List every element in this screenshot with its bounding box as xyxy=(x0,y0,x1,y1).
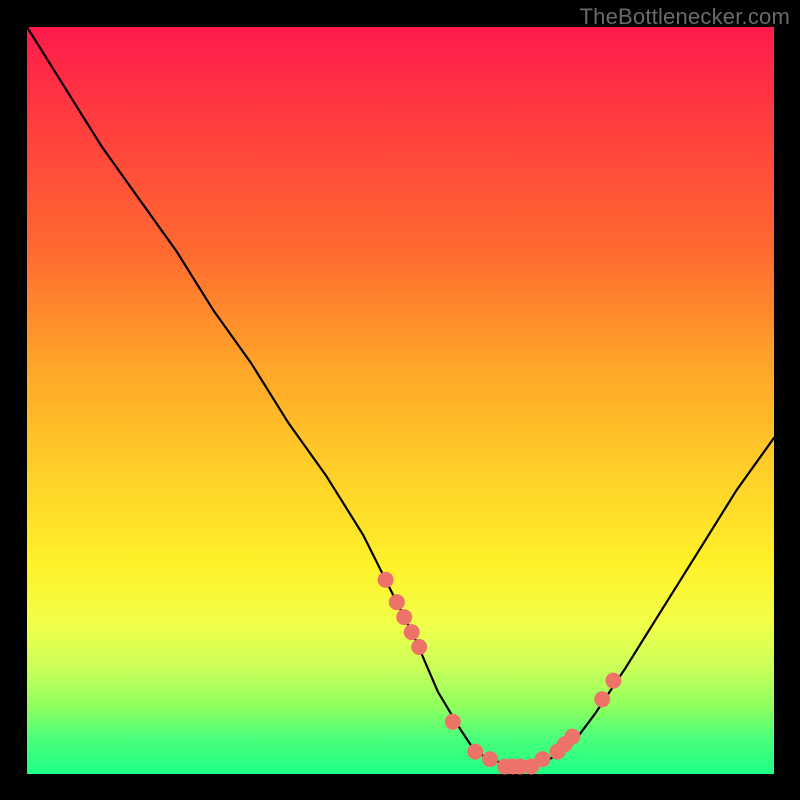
sample-marker xyxy=(396,609,412,625)
sample-marker xyxy=(594,691,610,707)
gradient-plot-area xyxy=(27,27,774,774)
chart-frame: TheBottlenecker.com xyxy=(0,0,800,800)
sample-marker xyxy=(605,673,621,689)
sample-marker xyxy=(564,729,580,745)
sample-marker xyxy=(467,744,483,760)
sample-marker xyxy=(378,572,394,588)
sample-marker xyxy=(389,594,405,610)
watermark-text: TheBottlenecker.com xyxy=(580,4,790,30)
sample-marker xyxy=(482,751,498,767)
sample-marker xyxy=(445,714,461,730)
sample-marker xyxy=(404,624,420,640)
bottleneck-curve xyxy=(27,27,774,767)
curve-layer xyxy=(27,27,774,774)
sample-marker xyxy=(411,639,427,655)
sample-markers xyxy=(378,572,622,775)
sample-marker xyxy=(534,751,550,767)
